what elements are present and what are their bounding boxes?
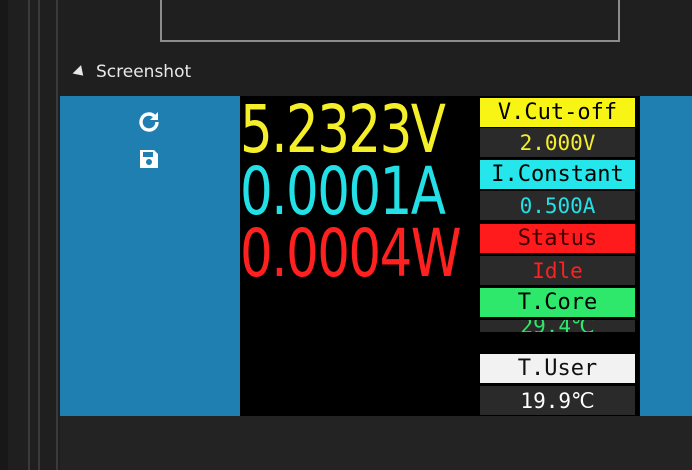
- section-title: Screenshot: [96, 62, 192, 82]
- divider-line: [28, 0, 30, 470]
- device-screen: 5.2323V 0.0001A 0.0004W V.Cut-off 2.000V…: [240, 96, 640, 416]
- vcutoff-value: 2.000V: [480, 128, 635, 157]
- tuser-value: 19.9℃: [480, 386, 635, 415]
- status-value: Idle: [480, 256, 635, 285]
- left-edge-strip: [0, 0, 8, 470]
- divider-line: [56, 0, 58, 470]
- upper-content-box: [160, 0, 620, 42]
- screenshot-section-header[interactable]: Screenshot: [72, 58, 192, 86]
- collapse-triangle-icon[interactable]: [72, 64, 88, 80]
- iconstant-value: 0.500A: [480, 191, 635, 220]
- tcore-label: T.Core: [480, 288, 635, 317]
- refresh-icon[interactable]: [136, 109, 162, 135]
- bottom-bar: [60, 416, 692, 470]
- tuser-label: T.User: [480, 354, 635, 383]
- tcore-value-text: 29.4℃: [520, 320, 595, 332]
- vcutoff-label: V.Cut-off: [480, 98, 635, 127]
- power-readout: 0.0004W: [240, 215, 462, 292]
- iconstant-label: I.Constant: [480, 160, 635, 189]
- divider-line: [38, 0, 40, 470]
- status-label: Status: [480, 224, 635, 253]
- save-icon[interactable]: [136, 146, 162, 172]
- tcore-value: 29.4℃: [480, 320, 635, 332]
